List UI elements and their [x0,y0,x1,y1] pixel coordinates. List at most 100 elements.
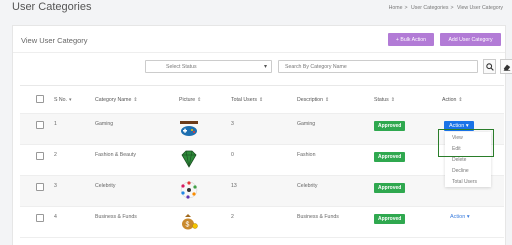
breadcrumb: Home > User Categories > View User Categor… [388,5,504,11]
select-all-checkbox[interactable] [36,94,44,103]
sort-icon: ⇕ [133,96,138,103]
cell-picture: $ [179,206,231,238]
menu-item-edit[interactable]: Edit [445,143,491,154]
header-users[interactable]: Total Users ⇕ [231,85,297,114]
action-label: Action [450,214,466,220]
header-sno[interactable]: S No. ▾ [54,85,95,114]
header-action-label: Action [442,96,457,103]
cell-users: 2 [231,206,297,238]
status-badge: Approved [374,214,406,224]
cell-desc: Celebrity [297,175,374,207]
row-checkbox[interactable] [36,152,44,160]
cell-users: 0 [231,144,297,176]
header-users-label: Total Users [231,96,257,103]
header-name[interactable]: Category Name ⇕ [95,85,179,114]
row-checkbox[interactable] [36,183,44,191]
cell-sno: 2 [54,144,95,176]
sort-icon: ⇕ [390,96,396,103]
action-dropdown-menu: View Edit Delete Decline Total Users [445,132,491,187]
header-action[interactable]: Action ⇕ [442,85,504,114]
cell-picture [179,144,231,176]
cell-status: Approved [374,206,442,238]
cell-desc: Business & Funds [297,206,374,238]
page-title: User Categories [12,1,92,13]
header-name-label: Category Name [95,96,132,103]
card-title: View User Category [21,36,88,45]
breadcrumb-user-categories[interactable]: User Categories [411,5,448,11]
row-select-cell [20,113,54,145]
cell-picture [179,113,231,145]
cell-action: Action ▾ [442,206,504,238]
action-dropdown-link[interactable]: Action ▾ [450,214,470,220]
status-select[interactable]: Select Status ▾ [145,60,272,73]
cell-sno: 3 [54,175,95,207]
header-picture-label: Picture [179,96,196,103]
clear-filter-button[interactable] [500,59,512,74]
search-button[interactable] [483,59,496,74]
table-row: 4 Business & Funds $ 2 Business & Funds … [20,206,504,238]
cell-status: Approved [374,144,442,176]
eraser-icon [503,64,510,71]
search-input[interactable]: Search By Category Name [278,60,478,73]
status-badge: Approved [374,183,406,193]
breadcrumb-current: View User Category [456,5,503,11]
bulk-action-button[interactable]: + Bulk Action [388,33,434,46]
cell-users: 3 [231,113,297,145]
row-select-cell [20,175,54,207]
cell-desc: Gaming [297,113,374,145]
money-bag-icon: $ [182,214,198,230]
sort-icon: ⇕ [197,96,202,103]
row-select-cell [20,144,54,176]
cell-sno: 1 [54,113,95,145]
category-card: View User Category + Bulk Action Add Use… [12,25,512,245]
sort-icon: ⇕ [258,96,264,103]
menu-item-decline[interactable]: Decline [445,165,491,176]
svg-text:$: $ [186,222,190,229]
add-user-category-button[interactable]: Add User Category [440,33,501,46]
row-checkbox[interactable] [36,121,44,129]
action-dropdown-button[interactable]: Action ▾ [444,121,474,131]
header-status-label: Status [374,96,389,103]
table-row: 3 Celebrity 13 Celebrity Approved [20,175,504,207]
cell-picture [179,175,231,207]
header-sno-label: S No. [54,96,67,103]
cell-name: Gaming [95,113,179,145]
sort-icon: ⇕ [324,96,330,103]
header-picture[interactable]: Picture ⇕ [179,85,231,114]
header-status[interactable]: Status ⇕ [374,85,442,114]
header-desc[interactable]: Description ⇕ [297,85,374,114]
status-badge: Approved [374,152,406,162]
table-header-row: S No. ▾ Category Name ⇕ Picture ⇕ Total Use… [20,85,504,114]
breadcrumb-separator: > [450,5,454,11]
breadcrumb-home[interactable]: Home [389,5,403,11]
cell-name: Fashion & Beauty [95,144,179,176]
cell-name: Business & Funds [95,206,179,238]
sort-desc-icon: ▾ [68,96,72,103]
menu-item-total-users[interactable]: Total Users [445,176,491,187]
star-cluster-icon [180,181,198,199]
status-badge: Approved [374,121,406,131]
gamepad-icon [180,121,198,136]
cell-name: Celebrity [95,175,179,207]
search-placeholder: Search By Category Name [285,63,347,70]
action-label: Action [449,123,465,129]
table-row: 2 Fashion & Beauty 0 Fashion Approved [20,144,504,176]
cell-sno: 4 [54,206,95,238]
table-row: 1 Gaming 3 Gaming Approved Action ▾ [20,113,504,145]
cell-users: 13 [231,175,297,207]
sort-icon: ⇕ [458,96,463,103]
header-desc-label: Description [297,96,323,103]
menu-item-view[interactable]: View [445,132,491,143]
chevron-down-icon: ▾ [263,64,267,70]
cell-desc: Fashion [297,144,374,176]
cell-status: Approved [374,175,442,207]
menu-item-delete[interactable]: Delete [445,154,491,165]
divider [13,52,505,53]
search-icon [485,62,494,71]
caret-down-icon: ▾ [465,123,469,129]
category-table: S No. ▾ Category Name ⇕ Picture ⇕ Total Use… [20,85,504,238]
breadcrumb-separator: > [404,5,408,11]
header-select-all [20,85,54,114]
row-checkbox[interactable] [36,214,44,222]
gem-icon [181,150,197,168]
